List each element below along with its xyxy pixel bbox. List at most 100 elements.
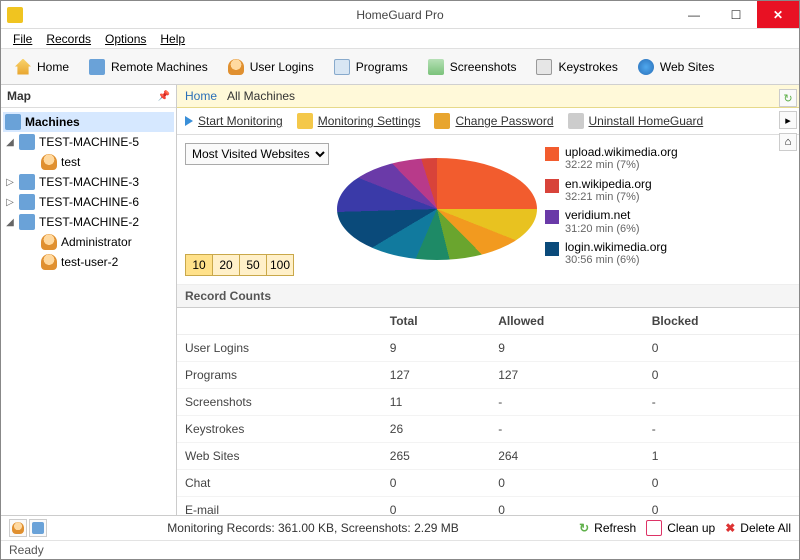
status-ready: Ready (1, 541, 799, 559)
play-icon (185, 116, 193, 126)
user-icon (41, 154, 57, 170)
pin-icon[interactable]: 📌 (158, 91, 170, 102)
table-row[interactable]: Programs1271270 (177, 362, 799, 389)
user-icon (41, 254, 57, 270)
status-machine-icon[interactable] (29, 519, 47, 537)
statusbar: Monitoring Records: 361.00 KB, Screensho… (1, 515, 799, 559)
tree-item[interactable]: test (3, 152, 174, 172)
machines-icon (5, 114, 21, 130)
tree-item[interactable]: ◢TEST-MACHINE-5 (3, 132, 174, 152)
legend-item[interactable]: en.wikipedia.org32:21 min (7%) (545, 175, 791, 207)
machine-icon (19, 134, 35, 150)
toolbar-screenshots[interactable]: Screenshots (420, 55, 525, 79)
window-title: HomeGuard Pro (356, 8, 443, 22)
legend-item[interactable]: facebook.com (545, 269, 791, 273)
table-row[interactable]: E-mail000 (177, 497, 799, 516)
change-password-button[interactable]: Change Password (434, 113, 553, 129)
toolbar-keystrokes[interactable]: Keystrokes (528, 55, 625, 79)
page-size-10[interactable]: 10 (185, 254, 213, 276)
tree-item[interactable]: ▷TEST-MACHINE-3 (3, 172, 174, 192)
monitoring-settings-button[interactable]: Monitoring Settings (297, 113, 421, 129)
maximize-button[interactable]: ☐ (715, 1, 757, 28)
refresh-button[interactable]: ↻Refresh (579, 521, 636, 535)
tree-item[interactable]: Administrator (3, 232, 174, 252)
titlebar: HomeGuard Pro — ☐ ✕ (1, 1, 799, 29)
sidebar-title: Map (7, 89, 31, 103)
toolbar-websites[interactable]: Web Sites (630, 55, 722, 79)
machine-icon (19, 194, 35, 210)
refresh-icon: ↻ (579, 521, 589, 535)
menubar: File Records Options Help (1, 29, 799, 49)
delete-all-button[interactable]: ✖Delete All (725, 521, 791, 535)
toolbar-programs[interactable]: Programs (326, 55, 416, 79)
tree-item[interactable]: test-user-2 (3, 252, 174, 272)
close-button[interactable]: ✕ (757, 1, 799, 28)
uninstall-icon (568, 113, 584, 129)
col-header: Total (382, 308, 490, 335)
app-icon (7, 7, 23, 23)
menu-options[interactable]: Options (99, 30, 152, 48)
keystroke-icon (536, 59, 552, 75)
records-header-row: TotalAllowedBlocked (177, 308, 799, 335)
sidebar: Map 📌 Machines◢TEST-MACHINE-5test▷TEST-M… (1, 85, 177, 515)
legend-swatch (545, 179, 559, 193)
crumb-current: All Machines (227, 89, 295, 103)
legend-swatch (545, 147, 559, 161)
page-size-50[interactable]: 50 (239, 254, 267, 276)
breadcrumb: Home All Machines (177, 85, 799, 108)
records-table-wrap: TotalAllowedBlocked User Logins990Progra… (177, 308, 799, 515)
table-row[interactable]: User Logins990 (177, 335, 799, 362)
page-size-group: 102050100 (185, 254, 329, 276)
action-bar: Start Monitoring Monitoring Settings Cha… (177, 108, 799, 135)
tree-root[interactable]: Machines (3, 112, 174, 132)
page-size-100[interactable]: 100 (266, 254, 294, 276)
status-user-icon[interactable] (9, 519, 27, 537)
table-row[interactable]: Keystrokes26-- (177, 416, 799, 443)
screenshot-icon (428, 59, 444, 75)
legend-item[interactable]: upload.wikimedia.org32:22 min (7%) (545, 143, 791, 175)
toolbar-home[interactable]: Home (7, 55, 77, 79)
crumb-home[interactable]: Home (185, 89, 217, 103)
main-toolbar: Home Remote Machines User Logins Program… (1, 49, 799, 85)
tree-item[interactable]: ◢TEST-MACHINE-2 (3, 212, 174, 232)
legend-item[interactable]: veridium.net31:20 min (6%) (545, 206, 791, 238)
records-header: Record Counts (177, 285, 799, 308)
user-icon (41, 234, 57, 250)
minimize-button[interactable]: — (673, 1, 715, 28)
uninstall-button[interactable]: Uninstall HomeGuard (568, 113, 704, 129)
table-row[interactable]: Web Sites2652641 (177, 443, 799, 470)
web-icon (638, 59, 654, 75)
toolbar-remote[interactable]: Remote Machines (81, 55, 216, 79)
table-row[interactable]: Screenshots11-- (177, 389, 799, 416)
lock-icon (434, 113, 450, 129)
tool-next-icon[interactable]: ▸ (779, 111, 797, 129)
calendar-icon (646, 520, 662, 536)
legend-item[interactable]: login.wikimedia.org30:56 min (6%) (545, 238, 791, 270)
col-header: Blocked (644, 308, 799, 335)
delete-icon: ✖ (725, 521, 735, 535)
settings-icon (297, 113, 313, 129)
col-header: Allowed (490, 308, 644, 335)
machine-tree: Machines◢TEST-MACHINE-5test▷TEST-MACHINE… (1, 108, 176, 515)
tool-home-icon[interactable]: ⌂ (779, 133, 797, 151)
cleanup-button[interactable]: Clean up (646, 520, 715, 536)
remote-icon (89, 59, 105, 75)
programs-icon (334, 59, 350, 75)
menu-records[interactable]: Records (40, 30, 97, 48)
legend-swatch (545, 210, 559, 224)
tool-refresh-icon[interactable]: ↻ (779, 89, 797, 107)
page-size-20[interactable]: 20 (212, 254, 240, 276)
chart-combo[interactable]: Most Visited Websites (185, 143, 329, 165)
machine-icon (19, 174, 35, 190)
table-row[interactable]: Chat000 (177, 470, 799, 497)
toolbar-logins[interactable]: User Logins (220, 55, 322, 79)
legend-swatch (545, 242, 559, 256)
user-icon (228, 59, 244, 75)
status-info: Monitoring Records: 361.00 KB, Screensho… (57, 521, 569, 535)
menu-help[interactable]: Help (154, 30, 191, 48)
tree-item[interactable]: ▷TEST-MACHINE-6 (3, 192, 174, 212)
menu-file[interactable]: File (7, 30, 38, 48)
start-monitoring-button[interactable]: Start Monitoring (185, 114, 283, 128)
home-icon (15, 59, 31, 75)
machine-icon (19, 214, 35, 230)
